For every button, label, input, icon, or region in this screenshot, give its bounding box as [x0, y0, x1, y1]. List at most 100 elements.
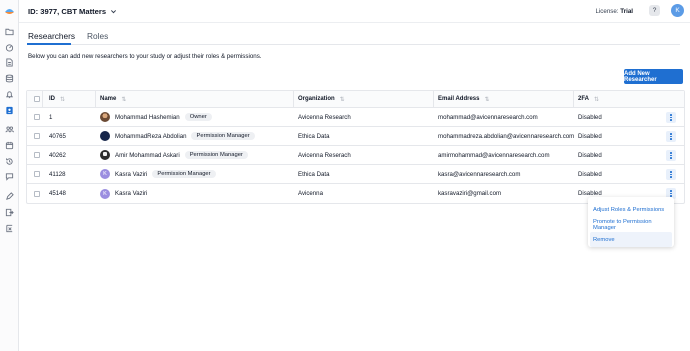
- license-value: Trial: [620, 8, 633, 15]
- role-badge: Owner: [184, 113, 212, 121]
- email: kasra@avicennaresearch.com: [438, 170, 521, 178]
- researcher-name-cell: K Kasra Vaziri: [100, 184, 147, 203]
- email: mohammadreza.abdolian@avicennaresearch.c…: [438, 132, 575, 140]
- row-id: 40765: [49, 132, 66, 140]
- sort-icon: ⇅: [60, 96, 66, 103]
- avatar: [100, 131, 110, 141]
- table-row[interactable]: 40765 MohammadReza Abdolian Permission M…: [27, 127, 684, 146]
- export-icon[interactable]: [5, 208, 14, 217]
- menu-item-promote[interactable]: Promote to Permission Manager: [588, 217, 674, 232]
- sort-icon: ⇅: [121, 96, 127, 103]
- twofa-status: Disabled: [578, 113, 602, 121]
- organization: Ethica Data: [298, 132, 330, 140]
- twofa-status: Disabled: [578, 170, 602, 178]
- history-icon[interactable]: [5, 157, 14, 166]
- chat-icon[interactable]: [5, 172, 14, 181]
- chevron-down-icon: [111, 10, 117, 14]
- row-checkbox[interactable]: [34, 133, 40, 139]
- researcher-name-cell: Amir Mohammad Askari Permission Manager: [100, 146, 248, 164]
- organization: Ethica Data: [298, 170, 330, 178]
- intro-text: Below you can add new researchers to you…: [28, 53, 262, 60]
- row-checkbox[interactable]: [34, 171, 40, 177]
- user-avatar[interactable]: K: [671, 4, 684, 17]
- row-actions-kebab-icon[interactable]: [666, 112, 676, 123]
- researchers-icon[interactable]: [5, 106, 14, 115]
- select-all-checkbox[interactable]: [34, 96, 40, 102]
- row-checkbox[interactable]: [34, 152, 40, 158]
- role-badge: Permission Manager: [184, 151, 248, 159]
- tab-roles[interactable]: Roles: [87, 31, 108, 41]
- row-actions-kebab-icon[interactable]: [666, 131, 676, 142]
- menu-item-adjust-roles[interactable]: Adjust Roles & Permissions: [588, 202, 674, 217]
- researcher-name: Mohammad Hashemian: [115, 113, 180, 121]
- row-id: 1: [49, 113, 53, 121]
- sort-icon: ⇅: [484, 96, 490, 103]
- database-icon[interactable]: [5, 74, 14, 83]
- study-title: ID: 3977, CBT Matters: [28, 7, 107, 16]
- table-row[interactable]: 45148 K Kasra Vaziri Avicenna kasravazir…: [27, 184, 684, 203]
- researcher-name: MohammadReza Abdolian: [115, 132, 187, 140]
- row-id: 45148: [49, 190, 66, 197]
- row-actions-menu: Adjust Roles & Permissions Promote to Pe…: [588, 197, 674, 247]
- folder-icon[interactable]: [5, 27, 14, 36]
- select-all-cell: [34, 91, 40, 107]
- row-actions-kebab-icon[interactable]: [666, 169, 676, 180]
- edit-icon[interactable]: [5, 192, 14, 201]
- calendar-icon[interactable]: [5, 141, 14, 150]
- table-row[interactable]: 1 Mohammad Hashemian Owner Avicenna Rese…: [27, 108, 684, 127]
- column-header-name[interactable]: Name ⇅: [100, 91, 126, 107]
- tab-researchers[interactable]: Researchers: [28, 31, 75, 41]
- add-new-researcher-button[interactable]: Add New Researcher: [624, 69, 683, 84]
- researcher-name-cell: Mohammad Hashemian Owner: [100, 108, 212, 126]
- sort-icon: ⇅: [594, 96, 600, 103]
- researcher-name-cell: MohammadReza Abdolian Permission Manager: [100, 127, 255, 145]
- twofa-status: Disabled: [578, 151, 602, 159]
- role-badge: Permission Manager: [152, 170, 216, 178]
- researcher-name-cell: K Kasra Vaziri Permission Manager: [100, 165, 216, 183]
- table-header-row: ID ⇅ Name ⇅ Organization ⇅ Email Address ⇅ 2…: [27, 91, 684, 108]
- sort-icon: ⇅: [339, 96, 345, 103]
- table-row[interactable]: 41128 K Kasra Vaziri Permission Manager …: [27, 165, 684, 184]
- avatar: K: [100, 188, 110, 199]
- settings-icon[interactable]: [5, 224, 14, 233]
- column-header-id[interactable]: ID ⇅: [49, 91, 65, 107]
- app-logo[interactable]: [4, 6, 15, 16]
- email: amirmohammad@avicennaresearch.com: [438, 151, 550, 159]
- row-id: 40262: [49, 151, 66, 159]
- avatar: K: [100, 169, 110, 179]
- top-bar: ID: 3977, CBT Matters License: Trial ? K: [19, 0, 690, 23]
- row-checkbox[interactable]: [34, 190, 40, 197]
- organization: Avicenna: [298, 190, 323, 197]
- email: mohammad@avicennaresearch.com: [438, 113, 538, 121]
- role-badge: Permission Manager: [191, 132, 255, 140]
- twofa-status: Disabled: [578, 132, 602, 140]
- avatar: [100, 150, 110, 160]
- researchers-table: ID ⇅ Name ⇅ Organization ⇅ Email Address ⇅ 2…: [26, 90, 685, 204]
- row-actions-kebab-icon[interactable]: [666, 150, 676, 161]
- row-id: 41128: [49, 170, 66, 178]
- left-sidebar: [0, 0, 19, 351]
- organization: Avicenna Reserach: [298, 151, 351, 159]
- help-button[interactable]: ?: [649, 5, 660, 16]
- license-info: License: Trial: [595, 8, 633, 15]
- document-icon[interactable]: [5, 58, 14, 67]
- dashboard-icon[interactable]: [5, 43, 14, 52]
- row-checkbox[interactable]: [34, 114, 40, 120]
- active-tab-indicator: [27, 43, 71, 45]
- bell-icon[interactable]: [5, 90, 14, 99]
- researcher-name: Kasra Vaziri: [115, 170, 148, 178]
- tab-bar: Researchers Roles: [27, 26, 680, 45]
- organization: Avicenna Research: [298, 113, 351, 121]
- email: kasravaziri@gmail.com: [438, 190, 502, 197]
- column-header-organization[interactable]: Organization ⇅: [298, 91, 345, 107]
- avatar: [100, 112, 110, 122]
- menu-item-remove[interactable]: Remove: [590, 232, 672, 247]
- license-label: License:: [595, 8, 619, 15]
- column-header-2fa[interactable]: 2FA ⇅: [578, 91, 599, 107]
- study-selector[interactable]: ID: 3977, CBT Matters: [28, 7, 117, 16]
- researcher-name: Kasra Vaziri: [115, 190, 148, 197]
- table-row[interactable]: 40262 Amir Mohammad Askari Permission Ma…: [27, 146, 684, 165]
- researcher-name: Amir Mohammad Askari: [115, 151, 180, 159]
- column-header-email[interactable]: Email Address ⇅: [438, 91, 490, 107]
- participants-icon[interactable]: [5, 125, 14, 134]
